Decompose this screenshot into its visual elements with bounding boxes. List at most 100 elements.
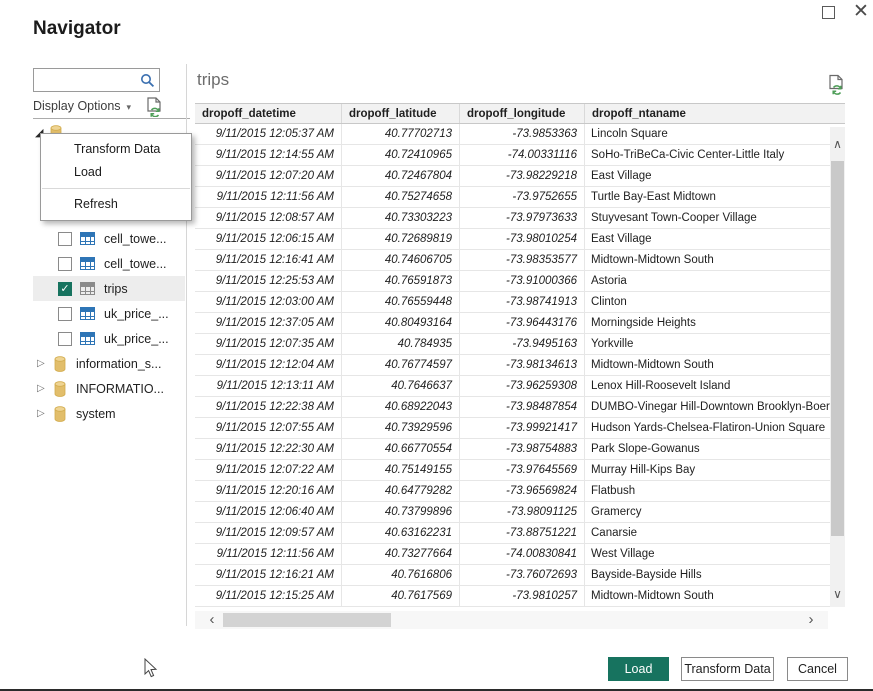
cell-dropoff_datetime: 9/11/2015 12:07:35 AM bbox=[195, 334, 342, 354]
cell-dropoff_longitude: -74.00830841 bbox=[460, 544, 585, 564]
cell-dropoff_longitude: -73.98754883 bbox=[460, 439, 585, 459]
display-options-dropdown[interactable]: Display Options▾ bbox=[33, 99, 131, 113]
scroll-up-icon[interactable]: ∧ bbox=[830, 137, 845, 153]
search-icon[interactable] bbox=[140, 73, 155, 88]
close-icon[interactable]: ✕ bbox=[851, 0, 871, 24]
tree-item-label: information_s... bbox=[76, 357, 161, 371]
cell-dropoff_longitude: -73.96259308 bbox=[460, 376, 585, 396]
cell-dropoff_ntaname: Midtown-Midtown South bbox=[585, 586, 845, 606]
scroll-left-icon[interactable]: ‹ bbox=[203, 611, 221, 629]
cell-dropoff_ntaname: Flatbush bbox=[585, 481, 845, 501]
scroll-down-icon[interactable]: ∨ bbox=[830, 587, 845, 603]
tree-item-label: uk_price_... bbox=[104, 332, 169, 346]
table-body: 9/11/2015 12:05:37 AM40.77702713-73.9853… bbox=[195, 124, 845, 607]
checkbox-unchecked[interactable] bbox=[58, 257, 72, 271]
database-icon bbox=[53, 381, 67, 397]
cell-dropoff_datetime: 9/11/2015 12:09:57 AM bbox=[195, 523, 342, 543]
cell-dropoff_longitude: -73.98010254 bbox=[460, 229, 585, 249]
column-header-dropoff-datetime[interactable]: dropoff_datetime bbox=[195, 104, 342, 123]
expand-arrow-icon[interactable]: ▷ bbox=[37, 358, 53, 369]
table-icon bbox=[80, 307, 95, 320]
cell-dropoff_ntaname: West Village bbox=[585, 544, 845, 564]
tree-item-system[interactable]: ▷system bbox=[33, 401, 185, 426]
cell-dropoff_ntaname: Midtown-Midtown South bbox=[585, 250, 845, 270]
table-row: 9/11/2015 12:11:56 AM40.75274658-73.9752… bbox=[195, 187, 845, 208]
table-row: 9/11/2015 12:15:25 AM40.7617569-73.98102… bbox=[195, 586, 845, 607]
cell-dropoff_datetime: 9/11/2015 12:07:55 AM bbox=[195, 418, 342, 438]
cell-dropoff_latitude: 40.63162231 bbox=[342, 523, 460, 543]
preview-refresh-icon[interactable] bbox=[828, 74, 845, 95]
horizontal-scrollbar[interactable]: ‹ › bbox=[195, 611, 828, 629]
cell-dropoff_longitude: -73.99921417 bbox=[460, 418, 585, 438]
table-icon bbox=[80, 332, 95, 345]
context-menu-item-refresh[interactable]: Refresh bbox=[41, 193, 191, 216]
cell-dropoff_longitude: -73.9810257 bbox=[460, 586, 585, 606]
column-header-dropoff-ntaname[interactable]: dropoff_ntaname bbox=[585, 104, 845, 123]
cell-dropoff_datetime: 9/11/2015 12:08:57 AM bbox=[195, 208, 342, 228]
column-header-dropoff-latitude[interactable]: dropoff_latitude bbox=[342, 104, 460, 123]
cell-dropoff_datetime: 9/11/2015 12:05:37 AM bbox=[195, 124, 342, 144]
cell-dropoff_ntaname: Astoria bbox=[585, 271, 845, 291]
tree-item-label: uk_price_... bbox=[104, 307, 169, 321]
expand-arrow-icon[interactable]: ▷ bbox=[37, 383, 53, 394]
dialog-title: Navigator bbox=[33, 18, 121, 40]
cell-dropoff_ntaname: Lenox Hill-Roosevelt Island bbox=[585, 376, 845, 396]
cell-dropoff_longitude: -73.98487854 bbox=[460, 397, 585, 417]
tree-item-uk-price[interactable]: uk_price_... bbox=[33, 301, 185, 326]
table-row: 9/11/2015 12:16:41 AM40.74606705-73.9835… bbox=[195, 250, 845, 271]
cell-dropoff_latitude: 40.72410965 bbox=[342, 145, 460, 165]
cell-dropoff_longitude: -73.88751221 bbox=[460, 523, 585, 543]
cell-dropoff_latitude: 40.784935 bbox=[342, 334, 460, 354]
column-header-dropoff-longitude[interactable]: dropoff_longitude bbox=[460, 104, 585, 123]
load-button[interactable]: Load bbox=[608, 657, 669, 681]
refresh-file-icon[interactable] bbox=[146, 97, 163, 117]
vertical-scroll-thumb[interactable] bbox=[831, 161, 844, 536]
cell-dropoff_ntaname: Turtle Bay-East Midtown bbox=[585, 187, 845, 207]
checkbox-unchecked[interactable] bbox=[58, 307, 72, 321]
horizontal-scroll-thumb[interactable] bbox=[223, 613, 391, 627]
cell-dropoff_longitude: -73.9495163 bbox=[460, 334, 585, 354]
cell-dropoff_ntaname: East Village bbox=[585, 229, 845, 249]
table-row: 9/11/2015 12:37:05 AM40.80493164-73.9644… bbox=[195, 313, 845, 334]
cell-dropoff_datetime: 9/11/2015 12:11:56 AM bbox=[195, 187, 342, 207]
table-row: 9/11/2015 12:22:38 AM40.68922043-73.9848… bbox=[195, 397, 845, 418]
cell-dropoff_longitude: -73.96569824 bbox=[460, 481, 585, 501]
cell-dropoff_ntaname: Hudson Yards-Chelsea-Flatiron-Union Squa… bbox=[585, 418, 845, 438]
cell-dropoff_datetime: 9/11/2015 12:22:30 AM bbox=[195, 439, 342, 459]
tree-item-cell-towe[interactable]: cell_towe... bbox=[33, 226, 185, 251]
table-row: 9/11/2015 12:07:20 AM40.72467804-73.9822… bbox=[195, 166, 845, 187]
cell-dropoff_datetime: 9/11/2015 12:20:16 AM bbox=[195, 481, 342, 501]
cell-dropoff_latitude: 40.68922043 bbox=[342, 397, 460, 417]
cell-dropoff_longitude: -74.00331116 bbox=[460, 145, 585, 165]
checkbox-unchecked[interactable] bbox=[58, 232, 72, 246]
table-row: 9/11/2015 12:20:16 AM40.64779282-73.9656… bbox=[195, 481, 845, 502]
transform-data-button[interactable]: Transform Data bbox=[681, 657, 774, 681]
cell-dropoff_longitude: -73.97645569 bbox=[460, 460, 585, 480]
tree-item-trips[interactable]: ✓trips bbox=[33, 276, 185, 301]
maximize-icon[interactable] bbox=[822, 6, 835, 19]
database-icon bbox=[53, 356, 67, 372]
search-input[interactable] bbox=[38, 71, 136, 89]
context-menu-item-load[interactable]: Load bbox=[41, 161, 191, 184]
table-row: 9/11/2015 12:07:35 AM40.784935-73.949516… bbox=[195, 334, 845, 355]
tree-item-cell-towe[interactable]: cell_towe... bbox=[33, 251, 185, 276]
cell-dropoff_longitude: -73.9853363 bbox=[460, 124, 585, 144]
checkbox-unchecked[interactable] bbox=[58, 332, 72, 346]
scroll-right-icon[interactable]: › bbox=[802, 611, 820, 629]
cell-dropoff_latitude: 40.73303223 bbox=[342, 208, 460, 228]
cell-dropoff_datetime: 9/11/2015 12:12:04 AM bbox=[195, 355, 342, 375]
tree-item-information-s[interactable]: ▷ information_s... bbox=[33, 351, 185, 376]
cancel-button[interactable]: Cancel bbox=[787, 657, 848, 681]
cell-dropoff_longitude: -73.76072693 bbox=[460, 565, 585, 585]
cell-dropoff_latitude: 40.73929596 bbox=[342, 418, 460, 438]
checkbox-checked[interactable]: ✓ bbox=[58, 282, 72, 296]
cell-dropoff_latitude: 40.74606705 bbox=[342, 250, 460, 270]
cell-dropoff_latitude: 40.66770554 bbox=[342, 439, 460, 459]
context-menu-item-transform-data[interactable]: Transform Data bbox=[41, 138, 191, 161]
expand-arrow-icon[interactable]: ▷ bbox=[37, 408, 53, 419]
cell-dropoff_longitude: -73.98134613 bbox=[460, 355, 585, 375]
tree-item-uk-price[interactable]: uk_price_... bbox=[33, 326, 185, 351]
vertical-scrollbar[interactable]: ∧ ∨ bbox=[830, 127, 845, 607]
tree-item-informatio[interactable]: ▷INFORMATIO... bbox=[33, 376, 185, 401]
cell-dropoff_datetime: 9/11/2015 12:11:56 AM bbox=[195, 544, 342, 564]
